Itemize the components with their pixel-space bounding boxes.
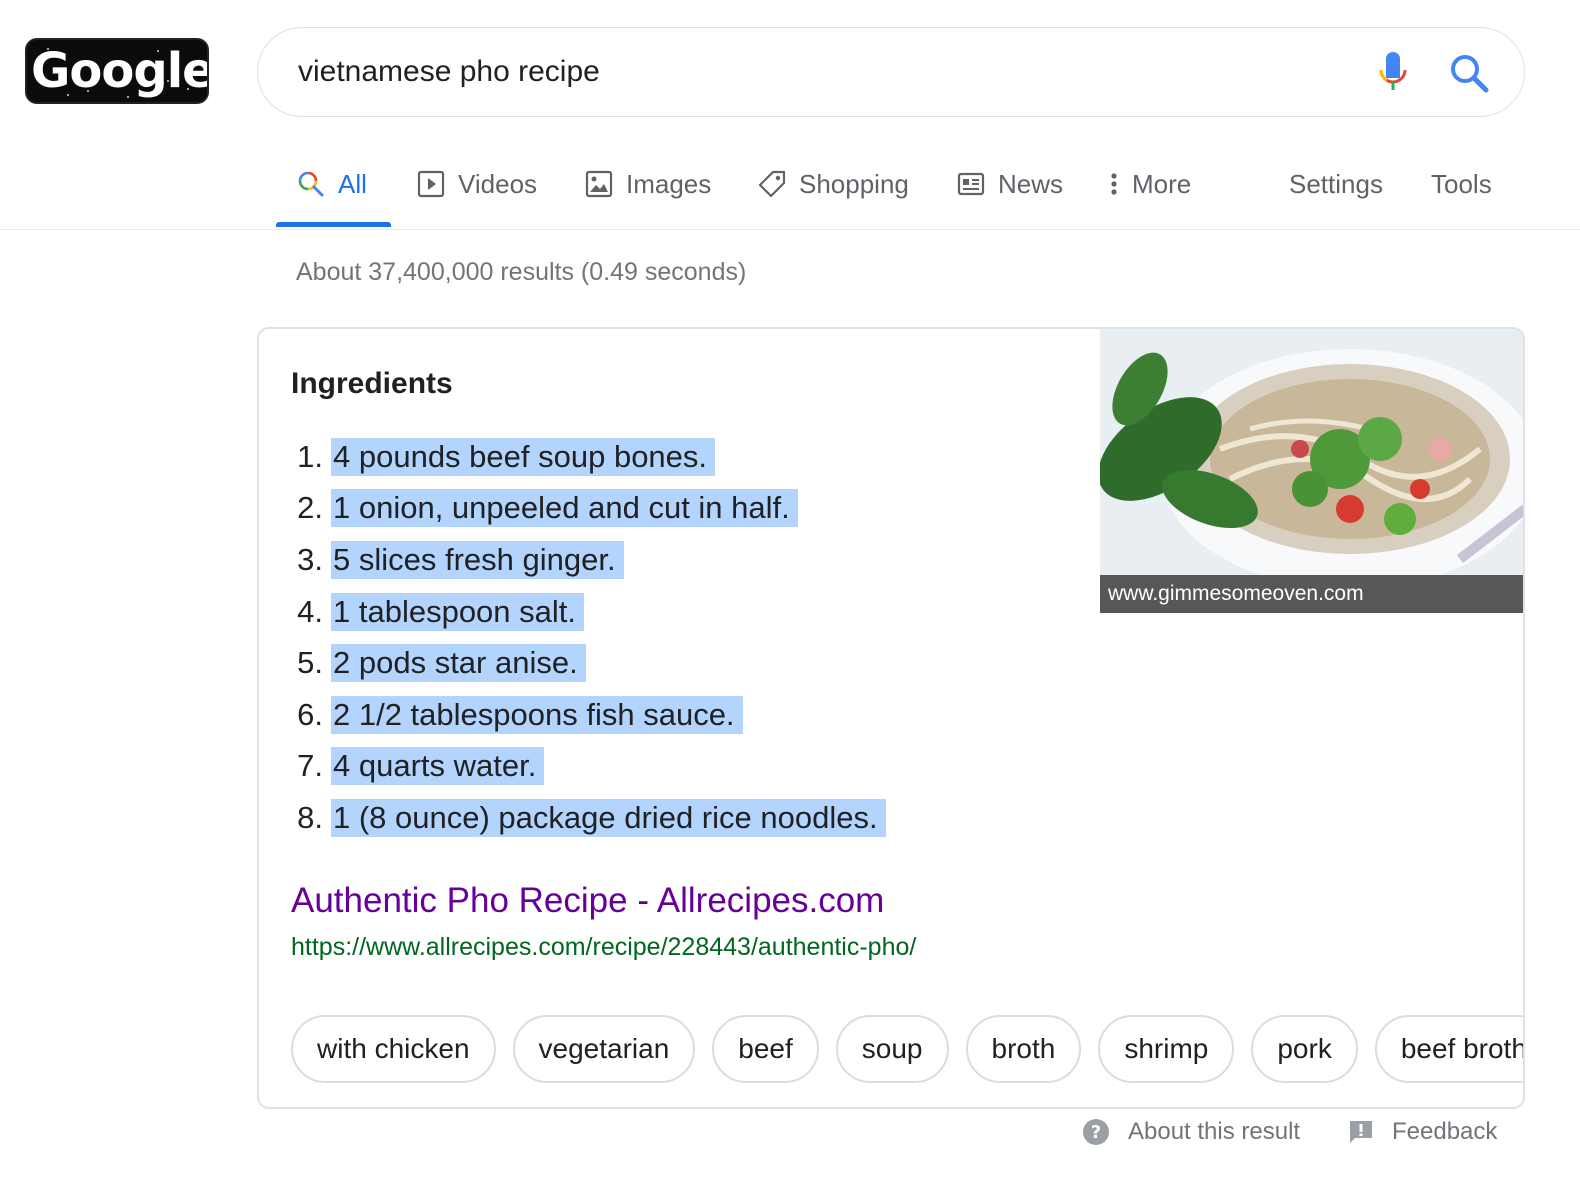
list-item: 5. 2 pods star anise. [289,637,886,689]
tab-images[interactable]: Images [584,148,711,220]
ingredient-text: 1 tablespoon salt. [331,592,585,631]
chip-soup[interactable]: soup [835,1015,949,1083]
svg-text:?: ? [1091,1122,1101,1143]
list-item: 6. 2 1/2 tablespoons fish sauce. [289,689,886,741]
tab-label: Videos [458,168,538,199]
list-number: 7. [297,748,323,784]
list-number: 8. [297,799,323,835]
tab-label: News [998,168,1064,199]
pho-illustration [1100,329,1523,613]
tab-all[interactable]: All [296,148,367,220]
about-result-label: About this result [1128,1118,1301,1145]
search-icon[interactable] [1448,52,1490,94]
tools-link[interactable]: Tools [1431,148,1492,220]
search-box [257,27,1525,117]
related-chips: with chicken vegetarian beef soup broth … [291,1015,1523,1083]
result-stats: About 37,400,000 results (0.49 seconds) [296,258,747,286]
search-tabs: All Videos Images Shopping News More Set… [0,148,1580,230]
chip-pork[interactable]: pork [1251,1015,1358,1083]
feedback-link[interactable]: Feedback [1348,1112,1497,1152]
tab-more[interactable]: More [1104,148,1191,220]
list-item: 1. 4 pounds beef soup bones. [289,431,886,483]
list-number: 6. [297,696,323,732]
chip-beef-broth[interactable]: beef broth [1374,1015,1523,1083]
image-source-caption[interactable]: www.gimmesomeoven.com [1100,575,1523,613]
ingredient-text: 2 pods star anise. [331,644,586,683]
list-number: 1. [297,438,323,474]
result-url[interactable]: https://www.allrecipes.com/recipe/228443… [291,933,916,962]
tag-icon [757,169,787,199]
pho-bowl-image[interactable]: www.gimmesomeoven.com [1100,329,1523,613]
chip-with-chicken[interactable]: with chicken [291,1015,496,1083]
chip-beef[interactable]: beef [712,1015,819,1083]
ingredient-text: 4 quarts water. [331,747,545,786]
ingredient-text: 4 pounds beef soup bones. [331,437,716,476]
ingredient-text: 1 onion, unpeeled and cut in half. [331,489,798,528]
ingredient-text: 2 1/2 tablespoons fish sauce. [331,695,743,734]
about-this-result-link[interactable]: ? About this result [1082,1112,1300,1152]
video-icon [416,169,446,199]
google-doodle-logo[interactable]: Google [25,38,209,104]
list-item: 4. 1 tablespoon salt. [289,586,886,638]
news-icon [956,169,986,199]
tab-shopping[interactable]: Shopping [757,148,909,220]
feedback-icon [1348,1119,1374,1145]
list-item: 7. 4 quarts water. [289,741,886,793]
list-number: 3. [297,541,323,577]
list-item: 3. 5 slices fresh ginger. [289,534,886,586]
tab-label: Shopping [799,168,909,199]
featured-snippet-card: Ingredients 1. 4 pounds beef soup bones. … [257,327,1525,1109]
chip-vegetarian[interactable]: vegetarian [512,1015,696,1083]
search-input[interactable] [298,28,1298,116]
result-title-link[interactable]: Authentic Pho Recipe - Allrecipes.com [291,881,884,921]
tab-label: All [338,168,367,199]
list-item: 2. 1 onion, unpeeled and cut in half. [289,483,886,535]
list-number: 5. [297,645,323,681]
help-icon: ? [1082,1118,1110,1146]
tab-label: More [1132,168,1192,199]
tab-videos[interactable]: Videos [416,148,537,220]
search-icon [296,169,326,199]
ingredient-text: 1 (8 ounce) package dried rice noodles. [331,798,886,837]
logo-wordmark: Google [31,43,209,99]
image-icon [584,169,614,199]
ingredient-list: 1. 4 pounds beef soup bones. 2. 1 onion, u… [289,431,886,844]
chip-shrimp[interactable]: shrimp [1098,1015,1235,1083]
ingredient-text: 5 slices fresh ginger. [331,540,624,579]
list-item: 8. 1 (8 ounce) package dried rice noodles… [289,792,886,844]
snippet-heading: Ingredients [291,367,453,400]
tab-label: Images [626,168,712,199]
more-vert-icon [1104,169,1124,199]
active-tab-indicator [276,222,391,227]
list-number: 4. [297,593,323,629]
microphone-icon[interactable] [1373,50,1413,96]
chip-broth[interactable]: broth [965,1015,1082,1083]
feedback-label: Feedback [1392,1118,1498,1145]
tab-news[interactable]: News [956,148,1063,220]
list-number: 2. [297,490,323,526]
settings-link[interactable]: Settings [1289,148,1383,220]
